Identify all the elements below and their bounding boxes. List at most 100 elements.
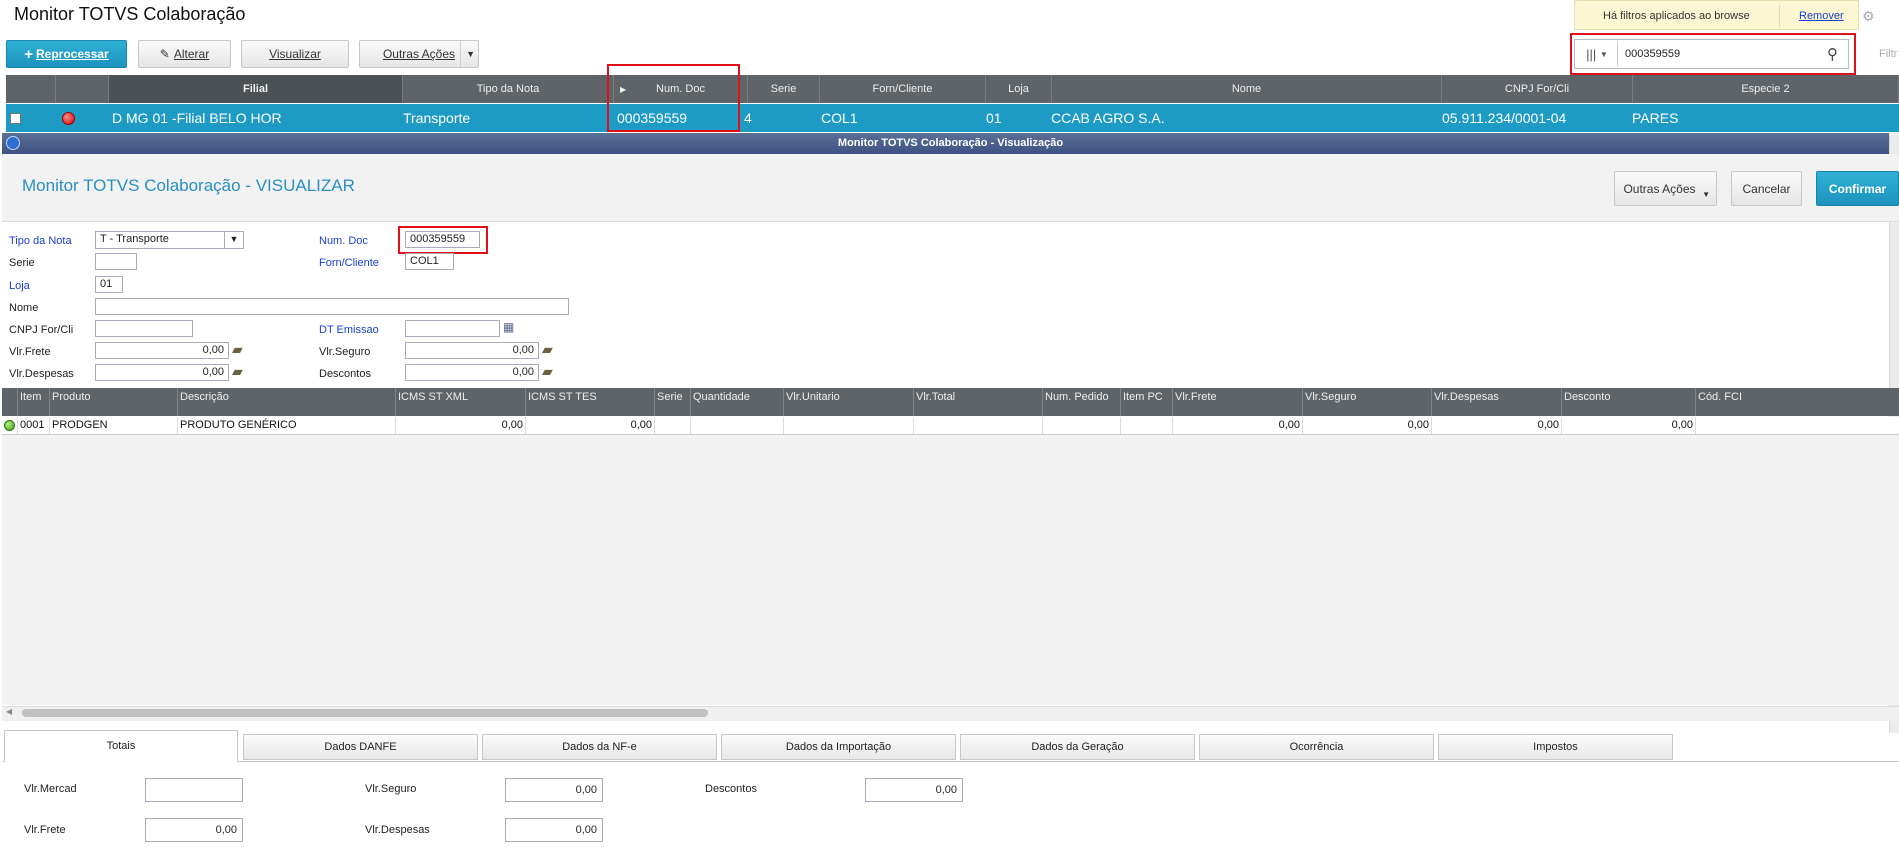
column-header-especie[interactable]: Especie 2 bbox=[1633, 75, 1899, 103]
column-header-cnpj[interactable]: CNPJ For/Cli bbox=[1442, 75, 1633, 103]
header-status-col bbox=[2, 388, 18, 416]
cell-desconto: 0,00 bbox=[1562, 417, 1696, 434]
items-header: Item Produto Descrição ICMS ST XML ICMS … bbox=[2, 388, 1899, 416]
total-vlr-despesas-label: Vlr.Despesas bbox=[365, 824, 430, 836]
filter-notice-text: Há filtros aplicados ao browse bbox=[1603, 10, 1750, 22]
scrollbar-thumb[interactable] bbox=[22, 709, 708, 717]
outras-acoes-menu-button[interactable]: Outras Ações ▼ bbox=[1614, 171, 1717, 206]
reprocessar-button[interactable]: + Reprocessar bbox=[6, 40, 127, 68]
descontos-label: Descontos bbox=[319, 368, 371, 380]
column-header-vlr-unitario[interactable]: Vlr.Unitario bbox=[784, 388, 914, 416]
vlr-frete-field[interactable]: 0,00 bbox=[95, 342, 229, 359]
column-header-item-pc[interactable]: Item PC bbox=[1121, 388, 1173, 416]
total-descontos-field[interactable]: 0,00 bbox=[865, 778, 963, 802]
search-icon[interactable]: ⚲ bbox=[1827, 45, 1838, 63]
cell-vlr-despesas: 0,00 bbox=[1432, 417, 1562, 434]
cnpj-field[interactable] bbox=[95, 320, 193, 337]
nome-label: Nome bbox=[9, 302, 39, 314]
num-doc-label: Num. Doc bbox=[319, 235, 368, 247]
column-header-icms-tes[interactable]: ICMS ST TES bbox=[526, 388, 655, 416]
column-header-cod-fci[interactable]: Cód. FCI bbox=[1696, 388, 1899, 416]
table-row[interactable]: D MG 01 -Filial BELO HOR Transporte 0003… bbox=[6, 104, 1899, 132]
column-header-item[interactable]: Item bbox=[18, 388, 50, 416]
header-status-col bbox=[56, 75, 109, 103]
gear-icon[interactable]: ⚙ bbox=[1862, 8, 1875, 25]
money-icon[interactable]: ▰ bbox=[232, 341, 243, 358]
app-title: Monitor TOTVS Colaboração bbox=[14, 4, 246, 24]
column-header-vlr-frete[interactable]: Vlr.Frete bbox=[1173, 388, 1303, 416]
tab-dados-danfe[interactable]: Dados DANFE bbox=[243, 734, 478, 760]
total-vlr-frete-field[interactable]: 0,00 bbox=[145, 818, 243, 842]
row-checkbox[interactable] bbox=[10, 104, 21, 132]
column-header-nome[interactable]: Nome bbox=[1052, 75, 1442, 103]
alterar-button[interactable]: ✎ Alterar bbox=[138, 40, 231, 68]
visualizar-button[interactable]: Visualizar bbox=[241, 40, 349, 68]
num-doc-field[interactable]: 000359559 bbox=[405, 231, 480, 248]
vlr-seguro-field[interactable]: 0,00 bbox=[405, 342, 539, 359]
money-icon[interactable]: ▰ bbox=[542, 341, 553, 358]
forn-field[interactable]: COL1 bbox=[405, 253, 454, 270]
nome-field[interactable] bbox=[95, 298, 569, 315]
descontos-field[interactable]: 0,00 bbox=[405, 364, 539, 381]
column-header-tipo[interactable]: Tipo da Nota bbox=[403, 75, 614, 103]
column-header-icms-xml[interactable]: ICMS ST XML bbox=[396, 388, 526, 416]
cell-num-doc: 000359559 bbox=[617, 110, 688, 126]
calendar-icon[interactable]: ▦ bbox=[503, 320, 514, 334]
column-header-vlr-despesas[interactable]: Vlr.Despesas bbox=[1432, 388, 1562, 416]
confirm-button[interactable]: Confirmar bbox=[1816, 171, 1899, 206]
vlr-despesas-field[interactable]: 0,00 bbox=[95, 364, 229, 381]
tab-totais[interactable]: Totais bbox=[4, 730, 238, 762]
money-icon[interactable]: ▰ bbox=[232, 363, 243, 380]
tab-dados-nfe[interactable]: Dados da NF-e bbox=[482, 734, 717, 760]
column-header-serie[interactable]: Serie bbox=[748, 75, 820, 103]
alterar-label: Alterar bbox=[173, 47, 210, 61]
tab-dados-geracao[interactable]: Dados da Geração bbox=[960, 734, 1195, 760]
visualizar-label: Visualizar bbox=[269, 47, 321, 61]
tipo-nota-select[interactable]: T - Transporte ▼ bbox=[95, 231, 244, 249]
loja-field[interactable]: 01 bbox=[95, 276, 123, 293]
total-vlr-mercad-field[interactable] bbox=[145, 778, 243, 802]
dt-emissao-field[interactable] bbox=[405, 320, 500, 337]
search-input[interactable]: ||| ▼ 000359559 ⚲ bbox=[1574, 39, 1849, 69]
column-header-forn[interactable]: Forn/Cliente bbox=[820, 75, 986, 103]
cnpj-label: CNPJ For/Cli bbox=[9, 324, 74, 336]
outras-acoes-button[interactable]: Outras Ações ▼ bbox=[359, 40, 479, 68]
column-header-quantidade[interactable]: Quantidade bbox=[691, 388, 784, 416]
total-vlr-mercad-label: Vlr.Mercad bbox=[24, 783, 77, 795]
column-header-num-pedido[interactable]: Num. Pedido bbox=[1043, 388, 1121, 416]
filter-notice: Há filtros aplicados ao browse Remover bbox=[1574, 0, 1859, 30]
table-row[interactable]: 0001 PRODGEN PRODUTO GENÉRICO 0,00 0,00 … bbox=[2, 417, 1899, 435]
tab-ocorrencia[interactable]: Ocorrência bbox=[1199, 734, 1434, 760]
items-grid-area bbox=[2, 417, 1899, 705]
remove-filter-link[interactable]: Remover bbox=[1799, 10, 1844, 22]
cell-tipo: Transporte bbox=[403, 110, 471, 126]
serie-field[interactable] bbox=[95, 253, 137, 270]
column-header-filial[interactable]: Filial bbox=[109, 75, 403, 103]
scroll-left-icon[interactable]: ◀ bbox=[6, 707, 12, 716]
total-vlr-despesas-field[interactable]: 0,00 bbox=[505, 818, 603, 842]
column-header-vlr-seguro[interactable]: Vlr.Seguro bbox=[1303, 388, 1432, 416]
money-icon[interactable]: ▰ bbox=[542, 363, 553, 380]
total-vlr-seguro-field[interactable]: 0,00 bbox=[505, 778, 603, 802]
column-header-num-doc-label: Num. Doc bbox=[656, 83, 705, 95]
cell-especie: PARES bbox=[1632, 110, 1679, 126]
divider bbox=[1779, 5, 1780, 27]
tab-dados-importacao[interactable]: Dados da Importação bbox=[721, 734, 956, 760]
column-header-num-doc[interactable]: ▶ Num. Doc bbox=[614, 75, 748, 103]
column-selector-icon[interactable]: ||| ▼ bbox=[1577, 42, 1618, 66]
column-header-desconto[interactable]: Desconto bbox=[1562, 388, 1696, 416]
column-header-descricao[interactable]: Descrição bbox=[178, 388, 396, 416]
tab-impostos[interactable]: Impostos bbox=[1438, 734, 1673, 760]
column-header-produto[interactable]: Produto bbox=[50, 388, 178, 416]
column-header-vlr-total[interactable]: Vlr.Total bbox=[914, 388, 1043, 416]
cell-serie: 4 bbox=[744, 110, 752, 126]
column-header-serie[interactable]: Serie bbox=[655, 388, 691, 416]
cell-nome: CCAB AGRO S.A. bbox=[1051, 110, 1165, 126]
cell-icms-xml: 0,00 bbox=[396, 417, 526, 434]
cell-descricao: PRODUTO GENÉRICO bbox=[178, 417, 396, 434]
reprocessar-label: Reprocessar bbox=[36, 47, 109, 61]
cancel-button[interactable]: Cancelar bbox=[1731, 171, 1802, 206]
loja-label: Loja bbox=[9, 280, 30, 292]
column-header-loja[interactable]: Loja bbox=[986, 75, 1052, 103]
outras-acoes-menu-label: Outras Ações bbox=[1623, 181, 1696, 196]
